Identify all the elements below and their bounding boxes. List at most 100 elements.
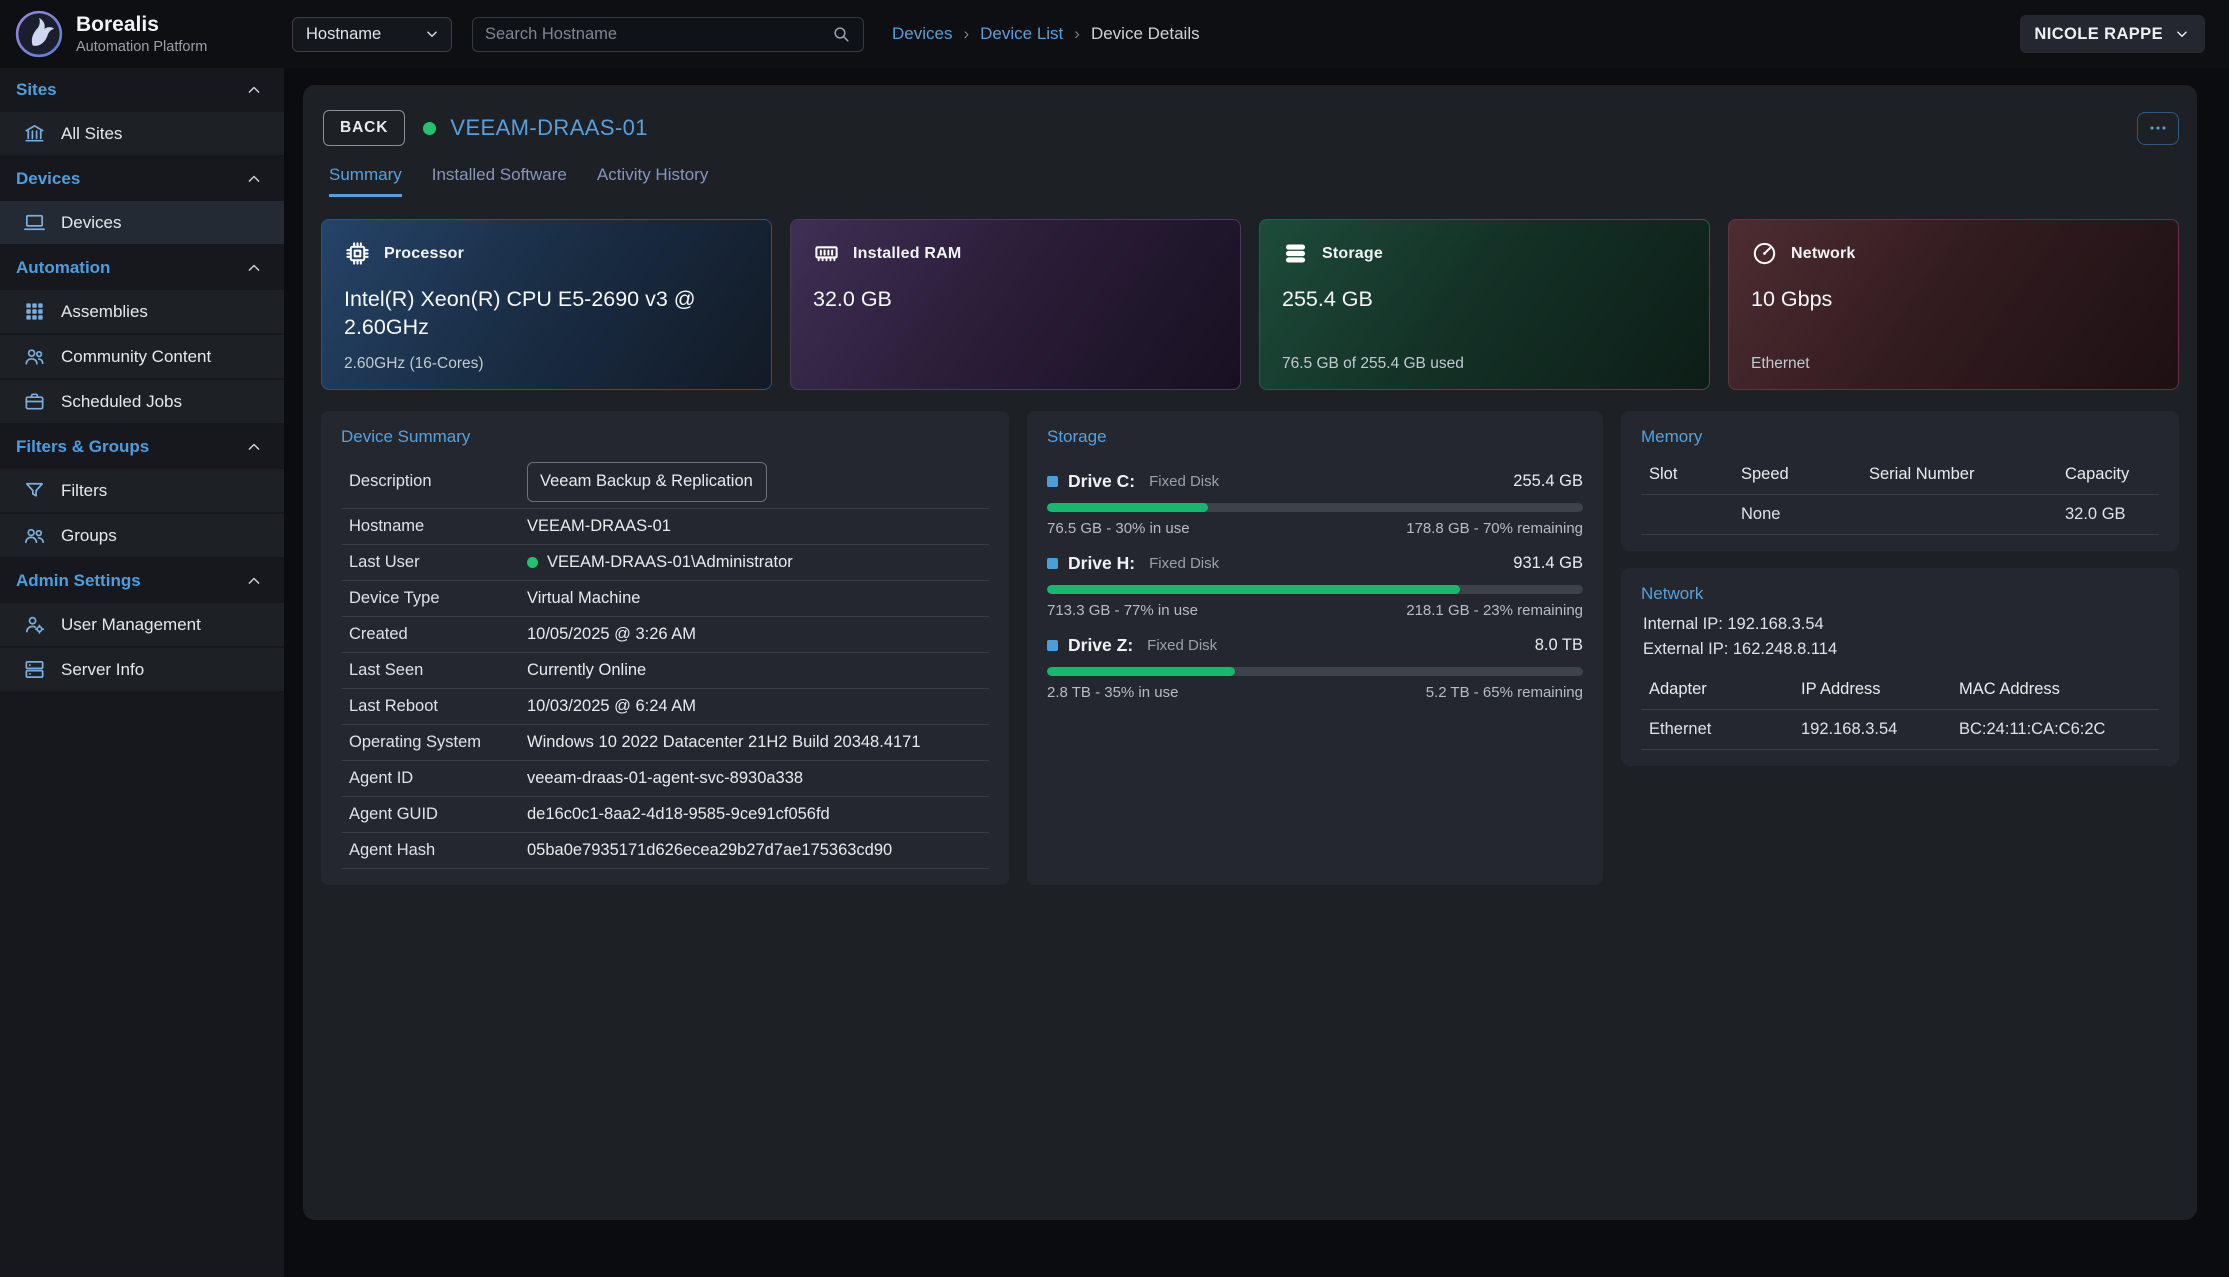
device-summary-title: Device Summary — [341, 427, 989, 447]
sidebar-item-icon — [23, 479, 46, 502]
memory-panel: Memory SlotSpeedSerial NumberCapacity No… — [1621, 411, 2179, 551]
device-summary-panel: Device Summary Description Hostname — [321, 411, 1009, 885]
sidebar-section-label: Devices — [16, 169, 80, 189]
sidebar-item-label: All Sites — [61, 124, 122, 144]
memory-header-cell: Speed — [1741, 455, 1869, 494]
summary-value: Virtual Machine — [527, 589, 640, 608]
summary-value: veeam-draas-01-agent-svc-8930a338 — [527, 769, 803, 788]
memory-cell — [1869, 505, 2065, 525]
drive-bullet-icon — [1047, 640, 1058, 651]
stat-card-network: Network 10 Gbps Ethernet — [1728, 219, 2179, 390]
drive-usage-bar — [1047, 503, 1583, 512]
device-header: BACK VEEAM-DRAAS-01 — [321, 105, 2179, 151]
device-summary-rows: Hostname VEEAM-DRAAS-01 Last User — [341, 509, 989, 869]
hostname-filter-value: Hostname — [306, 25, 381, 44]
stat-card-icon — [813, 240, 840, 267]
tab-activity-history[interactable]: Activity History — [597, 165, 708, 197]
sidebar-section-filters-groups[interactable]: Filters & Groups — [0, 425, 284, 469]
more-actions-button[interactable] — [2137, 112, 2179, 145]
device-name: VEEAM-DRAAS-01 — [450, 115, 648, 141]
network-cell: Ethernet — [1649, 710, 1801, 749]
sidebar-item-devices[interactable]: Devices — [0, 201, 284, 246]
network-cell: 192.168.3.54 — [1801, 710, 1959, 749]
summary-row-last-reboot: Last Reboot 10/03/2025 @ 6:24 AM — [341, 689, 989, 725]
sidebar-item-icon — [23, 211, 46, 234]
right-column: Memory SlotSpeedSerial NumberCapacity No… — [1621, 411, 2179, 885]
sidebar: Sites All Sites Devices — [0, 68, 284, 1277]
network-table-body: Ethernet 192.168.3.54 BC:24:11:CA:C6:2C — [1641, 710, 2159, 750]
sidebar-item-groups[interactable]: Groups — [0, 514, 284, 559]
summary-row-device-type: Device Type Virtual Machine — [341, 581, 989, 617]
chevron-up-icon — [244, 169, 264, 189]
sidebar-section-label: Admin Settings — [16, 571, 141, 591]
sidebar-section-devices[interactable]: Devices — [0, 157, 284, 201]
sidebar-section-label: Automation — [16, 258, 110, 278]
summary-label: Last User — [349, 553, 527, 572]
sidebar-item-server-info[interactable]: Server Info — [0, 648, 284, 693]
sidebar-item-label: Filters — [61, 481, 107, 501]
drive-type: Fixed Disk — [1149, 473, 1219, 490]
breadcrumb-devices[interactable]: Devices — [892, 24, 952, 44]
drive-remaining-text: 5.2 TB - 65% remaining — [1426, 684, 1583, 701]
summary-label: Device Type — [349, 589, 527, 608]
summary-row-agent-id: Agent ID veeam-draas-01-agent-svc-8930a3… — [341, 761, 989, 797]
chevron-up-icon — [244, 258, 264, 278]
sidebar-section-admin-settings[interactable]: Admin Settings — [0, 559, 284, 603]
sidebar-item-scheduled-jobs[interactable]: Scheduled Jobs — [0, 380, 284, 425]
sidebar-item-icon — [23, 122, 46, 145]
stat-card-value: Intel(R) Xeon(R) CPU E5-2690 v3 @ 2.60GH… — [344, 285, 717, 342]
user-menu-button[interactable]: NICOLE RAPPE — [2020, 15, 2205, 53]
chevron-down-icon — [2173, 25, 2191, 43]
internal-ip: Internal IP: 192.168.3.54 — [1643, 612, 2159, 637]
breadcrumb-device-list[interactable]: Device List — [980, 24, 1063, 44]
sidebar-item-icon — [23, 300, 46, 323]
stat-card-footer: 76.5 GB of 255.4 GB used — [1282, 355, 1464, 373]
memory-row: None 32.0 GB — [1641, 495, 2159, 535]
tab-installed-software[interactable]: Installed Software — [432, 165, 567, 197]
sidebar-item-community-content[interactable]: Community Content — [0, 335, 284, 380]
drive-usage-bar — [1047, 667, 1583, 676]
sidebar-section-automation[interactable]: Automation — [0, 246, 284, 290]
app-root: Borealis Automation Platform Hostname De… — [0, 0, 2229, 1277]
drive-usage-bar — [1047, 585, 1583, 594]
sidebar-item-label: Community Content — [61, 347, 211, 367]
shell: Sites All Sites Devices — [0, 68, 2229, 1277]
drive-type: Fixed Disk — [1149, 555, 1219, 572]
stat-cards: Processor Intel(R) Xeon(R) CPU E5-2690 v… — [321, 219, 2179, 390]
summary-value: 10/03/2025 @ 6:24 AM — [527, 697, 696, 716]
drive-used-text: 76.5 GB - 30% in use — [1047, 520, 1190, 537]
network-header-cell: IP Address — [1801, 670, 1959, 709]
back-button[interactable]: BACK — [323, 110, 405, 146]
network-panel: Network Internal IP: 192.168.3.54 Extern… — [1621, 568, 2179, 766]
stat-card-processor: Processor Intel(R) Xeon(R) CPU E5-2690 v… — [321, 219, 772, 390]
drive-size: 8.0 TB — [1535, 636, 1583, 655]
search-input[interactable] — [485, 25, 831, 44]
network-header-cell: MAC Address — [1959, 670, 2159, 709]
detail-grid: Device Summary Description Hostname — [321, 411, 2179, 885]
drive-name: Drive Z: — [1068, 635, 1133, 656]
drive-drive-h: Drive H: Fixed Disk 931.4 GB 713.3 GB - … — [1047, 553, 1583, 619]
sidebar-section-sites[interactable]: Sites — [0, 68, 284, 112]
tab-summary[interactable]: Summary — [329, 165, 402, 197]
description-input[interactable] — [527, 462, 767, 502]
sidebar-item-assemblies[interactable]: Assemblies — [0, 290, 284, 335]
storage-title: Storage — [1047, 427, 1583, 447]
summary-value: de16c0c1-8aa2-4d18-9585-9ce91cf056fd — [527, 805, 830, 824]
online-dot — [527, 557, 538, 568]
sidebar-item-filters[interactable]: Filters — [0, 469, 284, 514]
stat-card-ram: Installed RAM 32.0 GB — [790, 219, 1241, 390]
network-title: Network — [1641, 584, 2159, 604]
sidebar-item-all-sites[interactable]: All Sites — [0, 112, 284, 157]
hostname-filter-select[interactable]: Hostname — [292, 17, 452, 52]
breadcrumb-separator: › — [963, 24, 969, 44]
summary-label: Operating System — [349, 733, 527, 752]
summary-label: Last Reboot — [349, 697, 527, 716]
memory-cell — [1649, 505, 1741, 525]
sidebar-item-label: Devices — [61, 213, 121, 233]
sidebar-item-icon — [23, 390, 46, 413]
search-box[interactable] — [472, 17, 864, 52]
sidebar-item-user-management[interactable]: User Management — [0, 603, 284, 648]
sidebar-section-label: Sites — [16, 80, 57, 100]
drive-usage-fill — [1047, 503, 1208, 512]
app-name: Borealis — [76, 13, 207, 36]
